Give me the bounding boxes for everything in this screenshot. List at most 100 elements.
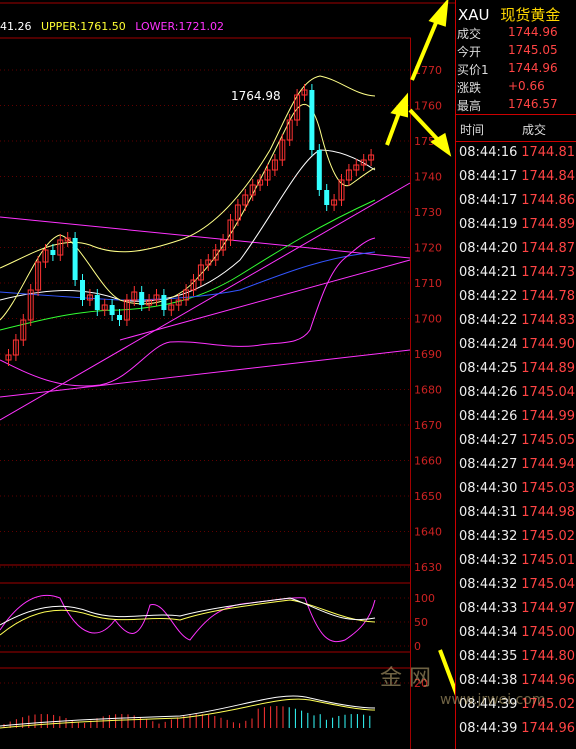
oscillator-axis-label: 100 — [414, 592, 435, 605]
tick-row[interactable]: 08:44:22 1744.83 — [456, 313, 576, 337]
tick-row[interactable]: 08:44:27 1745.05 — [456, 433, 576, 457]
price-axis-label: 1660 — [414, 455, 442, 468]
price-axis-label: 1710 — [414, 277, 442, 290]
quote-label: 涨跌 — [457, 81, 482, 95]
tick-time: 08:44:26 — [459, 409, 518, 424]
panel-title: XAU 现货黄金 — [458, 4, 560, 25]
tick-row[interactable]: 08:44:33 1744.97 — [456, 601, 576, 625]
symbol-code: XAU — [458, 6, 490, 24]
tick-price: 1745.02 — [521, 529, 575, 544]
tick-price: 1744.81 — [521, 145, 575, 160]
price-axis-label: 1700 — [414, 313, 442, 326]
watermark-logo: 金 网 — [380, 666, 431, 691]
tick-row[interactable]: 08:44:32 1745.02 — [456, 529, 576, 553]
time-column-header: 时间 — [460, 123, 485, 137]
quote-value: +0.66 — [508, 79, 545, 93]
price-axis-label: 1690 — [414, 348, 442, 361]
quote-row: 涨跌 +0.66 — [456, 79, 576, 97]
tick-row[interactable]: 08:44:34 1745.00 — [456, 625, 576, 649]
tick-row[interactable]: 08:44:39 1744.96 — [456, 721, 576, 745]
quote-row: 买价1 1744.96 — [456, 61, 576, 79]
tick-row[interactable]: 08:44:17 1744.84 — [456, 169, 576, 193]
tick-time: 08:44:26 — [459, 385, 518, 400]
watermark-url: www.jrwei.com — [440, 692, 546, 708]
tick-row[interactable]: 08:44:17 1744.86 — [456, 193, 576, 217]
tick-time: 08:44:24 — [459, 337, 518, 352]
tick-row[interactable]: 08:44:16 1744.81 — [456, 145, 576, 169]
quote-label: 买价1 — [457, 63, 489, 77]
tick-row[interactable]: 08:44:20 1744.87 — [456, 241, 576, 265]
candle-body — [139, 292, 145, 305]
tick-time: 08:44:17 — [459, 193, 518, 208]
tick-price: 1744.94 — [521, 457, 575, 472]
candle-body — [50, 250, 56, 255]
price-axis-label: 1740 — [414, 171, 442, 184]
tick-time: 08:44:27 — [459, 433, 518, 448]
tick-row[interactable]: 08:44:26 1744.99 — [456, 409, 576, 433]
price-axis-label: 1680 — [414, 384, 442, 397]
quote-label: 成交 — [457, 27, 482, 41]
candle-body — [109, 305, 115, 315]
tick-table-header: 时间 成交 — [456, 114, 576, 142]
symbol-name: 现货黄金 — [500, 6, 561, 24]
price-axis-label: 1640 — [414, 526, 442, 539]
tick-price: 1744.73 — [521, 265, 575, 280]
quote-value: 1746.57 — [508, 97, 558, 111]
tick-row[interactable]: 08:44:32 1745.01 — [456, 553, 576, 577]
tick-row[interactable]: 08:44:21 1744.73 — [456, 265, 576, 289]
price-axis-label: 1650 — [414, 490, 442, 503]
candle-body — [94, 295, 100, 310]
tick-price: 1745.05 — [521, 433, 575, 448]
candle-body — [316, 150, 322, 190]
tick-row[interactable]: 08:44:27 1744.94 — [456, 457, 576, 481]
upper-band-value: UPPER:1761.50 — [41, 20, 126, 33]
tick-row[interactable]: 08:44:19 1744.89 — [456, 217, 576, 241]
quote-row: 今开 1745.05 — [456, 43, 576, 61]
tick-time: 08:44:31 — [459, 505, 518, 520]
tick-row[interactable]: 08:44:32 1745.04 — [456, 577, 576, 601]
candle-body — [309, 90, 315, 150]
tick-time: 08:44:32 — [459, 529, 518, 544]
price-axis-label: 1760 — [414, 100, 442, 113]
tick-price: 1745.00 — [521, 625, 575, 640]
tick-price: 1744.87 — [521, 241, 575, 256]
price-axis-label: 1670 — [414, 419, 442, 432]
tick-row[interactable]: 08:44:31 1744.98 — [456, 505, 576, 529]
price-column-header: 成交 — [522, 123, 547, 137]
indicator-header: 41.26 UPPER:1761.50 LOWER:1721.02 — [0, 20, 230, 33]
tick-time: 08:44:22 — [459, 289, 518, 304]
tick-price: 1744.78 — [521, 289, 575, 304]
peak-price-label: 1764.98 — [231, 89, 281, 103]
candle-body — [117, 315, 122, 320]
tick-price: 1744.89 — [521, 217, 575, 232]
tick-row[interactable]: 08:44:24 1744.90 — [456, 337, 576, 361]
quote-value: 1745.05 — [508, 43, 558, 57]
tick-price: 1744.83 — [521, 313, 575, 328]
watermark: 金 网 www.jrwei.com — [380, 660, 545, 708]
price-axis-label: 1720 — [414, 242, 442, 255]
tick-row[interactable]: 08:44:30 1745.03 — [456, 481, 576, 505]
candle-body — [80, 280, 85, 300]
quote-value: 1744.96 — [508, 61, 558, 75]
tick-time: 08:44:19 — [459, 217, 518, 232]
tick-time: 08:44:33 — [459, 601, 518, 616]
quote-label: 最高 — [457, 99, 482, 113]
quote-row: 成交 1744.96 — [456, 25, 576, 43]
tick-time: 08:44:39 — [459, 721, 518, 736]
tick-price: 1744.99 — [521, 409, 575, 424]
quote-label: 今开 — [457, 45, 482, 59]
tick-row[interactable]: 08:44:25 1744.89 — [456, 361, 576, 385]
tick-time: 08:44:25 — [459, 361, 518, 376]
tick-price: 1744.97 — [521, 601, 575, 616]
lower-band-value: LOWER:1721.02 — [135, 20, 225, 33]
tick-time: 08:44:27 — [459, 457, 518, 472]
tick-price: 1744.86 — [521, 193, 575, 208]
tick-row[interactable]: 08:44:26 1745.04 — [456, 385, 576, 409]
tick-time: 08:44:17 — [459, 169, 518, 184]
mid-band-value: 41.26 — [0, 20, 32, 33]
quote-panel: XAU 现货黄金 成交 1744.96 今开 1745.05 买价1 1744.96 涨跌 +… — [455, 0, 576, 749]
tick-time: 08:44:22 — [459, 313, 518, 328]
tick-row[interactable]: 08:44:22 1744.78 — [456, 289, 576, 313]
tick-time: 08:44:20 — [459, 241, 518, 256]
tick-price: 1745.04 — [521, 385, 575, 400]
